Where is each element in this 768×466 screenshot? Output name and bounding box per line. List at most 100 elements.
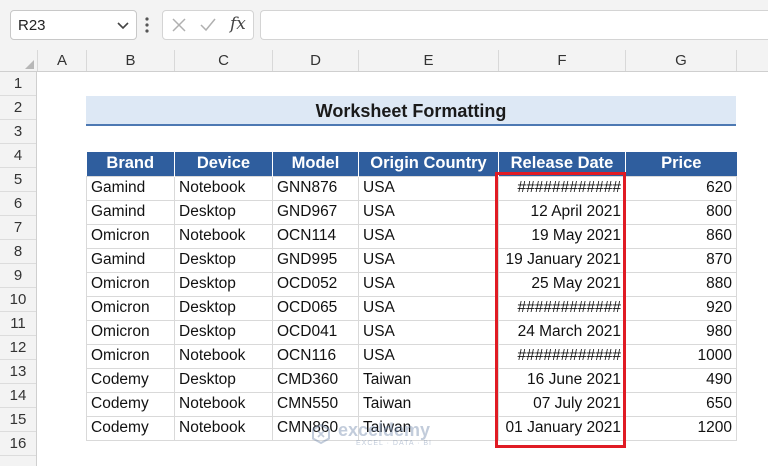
cell-model[interactable]: CMD360 bbox=[272, 367, 359, 393]
column-header-a[interactable]: A bbox=[37, 50, 86, 71]
enter-check-icon[interactable] bbox=[199, 17, 217, 33]
cell-origin-country[interactable]: USA bbox=[358, 175, 499, 201]
chevron-down-icon[interactable] bbox=[116, 18, 130, 32]
cell-device[interactable]: Desktop bbox=[174, 247, 273, 273]
cell-device[interactable]: Desktop bbox=[174, 199, 273, 225]
cell-origin-country[interactable]: USA bbox=[358, 223, 499, 249]
cancel-icon[interactable] bbox=[171, 17, 187, 33]
row-header-10[interactable]: 10 bbox=[0, 288, 36, 312]
cell-brand[interactable]: Gamind bbox=[86, 199, 175, 225]
cell-price[interactable]: 980 bbox=[625, 319, 737, 345]
cell-brand[interactable]: Omicron bbox=[86, 319, 175, 345]
row-header-16[interactable]: 16 bbox=[0, 432, 36, 456]
cell-device[interactable]: Notebook bbox=[174, 391, 273, 417]
cell-price[interactable]: 1000 bbox=[625, 343, 737, 369]
cell-brand[interactable]: Omicron bbox=[86, 271, 175, 297]
cell-origin-country[interactable]: USA bbox=[358, 247, 499, 273]
cell-model[interactable]: OCD052 bbox=[272, 271, 359, 297]
cell-brand[interactable]: Codemy bbox=[86, 391, 175, 417]
row-header-5[interactable]: 5 bbox=[0, 168, 36, 192]
insert-function-icon[interactable]: fx bbox=[230, 14, 246, 34]
header-origin-country[interactable]: Origin Country bbox=[358, 152, 499, 176]
column-header-d[interactable]: D bbox=[272, 50, 358, 71]
row-header-3[interactable]: 3 bbox=[0, 120, 36, 144]
cell-origin-country[interactable]: Taiwan bbox=[358, 391, 499, 417]
header-brand[interactable]: Brand bbox=[86, 152, 175, 176]
row-header-4[interactable]: 4 bbox=[0, 144, 36, 168]
cell-origin-country[interactable]: Taiwan bbox=[358, 367, 499, 393]
cell-device[interactable]: Desktop bbox=[174, 295, 273, 321]
cell-price[interactable]: 870 bbox=[625, 247, 737, 273]
cell-origin-country[interactable]: USA bbox=[358, 199, 499, 225]
cell-release-date[interactable]: 25 May 2021 bbox=[498, 271, 626, 297]
cell-device[interactable]: Notebook bbox=[174, 223, 273, 249]
cell-release-date[interactable]: ############ bbox=[498, 343, 626, 369]
row-header-2[interactable]: 2 bbox=[0, 96, 36, 120]
cell-release-date[interactable]: 16 June 2021 bbox=[498, 367, 626, 393]
cell-release-date[interactable]: 19 May 2021 bbox=[498, 223, 626, 249]
select-all-corner[interactable] bbox=[0, 50, 37, 72]
cell-price[interactable]: 1200 bbox=[625, 415, 737, 441]
header-release-date[interactable]: Release Date bbox=[498, 152, 626, 176]
cell-model[interactable]: GND995 bbox=[272, 247, 359, 273]
cell-origin-country[interactable]: USA bbox=[358, 295, 499, 321]
cell-brand[interactable]: Omicron bbox=[86, 223, 175, 249]
row-header-8[interactable]: 8 bbox=[0, 240, 36, 264]
header-price[interactable]: Price bbox=[625, 152, 737, 176]
row-header-12[interactable]: 12 bbox=[0, 336, 36, 360]
cell-device[interactable]: Notebook bbox=[174, 175, 273, 201]
cell-release-date[interactable]: 12 April 2021 bbox=[498, 199, 626, 225]
cell-device[interactable]: Desktop bbox=[174, 367, 273, 393]
row-header-1[interactable]: 1 bbox=[0, 72, 36, 96]
cell-price[interactable]: 490 bbox=[625, 367, 737, 393]
column-header-f[interactable]: F bbox=[498, 50, 625, 71]
cell-model[interactable]: GNN876 bbox=[272, 175, 359, 201]
cell-origin-country[interactable]: Taiwan bbox=[358, 415, 499, 441]
row-header-11[interactable]: 11 bbox=[0, 312, 36, 336]
cell-device[interactable]: Notebook bbox=[174, 415, 273, 441]
cell-release-date[interactable]: 01 January 2021 bbox=[498, 415, 626, 441]
cell-model[interactable]: CMN550 bbox=[272, 391, 359, 417]
cell-brand[interactable]: Gamind bbox=[86, 175, 175, 201]
cell-release-date[interactable]: ############ bbox=[498, 295, 626, 321]
cell-price[interactable]: 860 bbox=[625, 223, 737, 249]
row-header-13[interactable]: 13 bbox=[0, 360, 36, 384]
cell-release-date[interactable]: 07 July 2021 bbox=[498, 391, 626, 417]
cell-brand[interactable]: Omicron bbox=[86, 295, 175, 321]
cell-origin-country[interactable]: USA bbox=[358, 343, 499, 369]
cell-origin-country[interactable]: USA bbox=[358, 271, 499, 297]
cell-model[interactable]: OCN114 bbox=[272, 223, 359, 249]
header-model[interactable]: Model bbox=[272, 152, 359, 176]
cell-price[interactable]: 800 bbox=[625, 199, 737, 225]
column-header-g[interactable]: G bbox=[625, 50, 736, 71]
cell-model[interactable]: OCD065 bbox=[272, 295, 359, 321]
cell-model[interactable]: OCD041 bbox=[272, 319, 359, 345]
cell-brand[interactable]: Gamind bbox=[86, 247, 175, 273]
row-header-14[interactable]: 14 bbox=[0, 384, 36, 408]
cell-origin-country[interactable]: USA bbox=[358, 319, 499, 345]
column-header-h[interactable] bbox=[736, 50, 768, 71]
cell-brand[interactable]: Codemy bbox=[86, 367, 175, 393]
cell-brand[interactable]: Codemy bbox=[86, 415, 175, 441]
cell-brand[interactable]: Omicron bbox=[86, 343, 175, 369]
row-header-15[interactable]: 15 bbox=[0, 408, 36, 432]
cell-device[interactable]: Notebook bbox=[174, 343, 273, 369]
cell-price[interactable]: 880 bbox=[625, 271, 737, 297]
column-header-e[interactable]: E bbox=[358, 50, 498, 71]
cell-device[interactable]: Desktop bbox=[174, 271, 273, 297]
row-header-9[interactable]: 9 bbox=[0, 264, 36, 288]
cell-price[interactable]: 650 bbox=[625, 391, 737, 417]
column-header-c[interactable]: C bbox=[174, 50, 272, 71]
formula-input[interactable] bbox=[260, 10, 768, 40]
column-header-b[interactable]: B bbox=[86, 50, 174, 71]
cell-model[interactable]: GND967 bbox=[272, 199, 359, 225]
cell-price[interactable]: 920 bbox=[625, 295, 737, 321]
name-box[interactable]: R23 bbox=[10, 10, 137, 40]
cell-release-date[interactable]: 24 March 2021 bbox=[498, 319, 626, 345]
cell-price[interactable]: 620 bbox=[625, 175, 737, 201]
row-header-7[interactable]: 7 bbox=[0, 216, 36, 240]
header-device[interactable]: Device bbox=[174, 152, 273, 176]
row-header-6[interactable]: 6 bbox=[0, 192, 36, 216]
cell-release-date[interactable]: ############ bbox=[498, 175, 626, 201]
cell-device[interactable]: Desktop bbox=[174, 319, 273, 345]
